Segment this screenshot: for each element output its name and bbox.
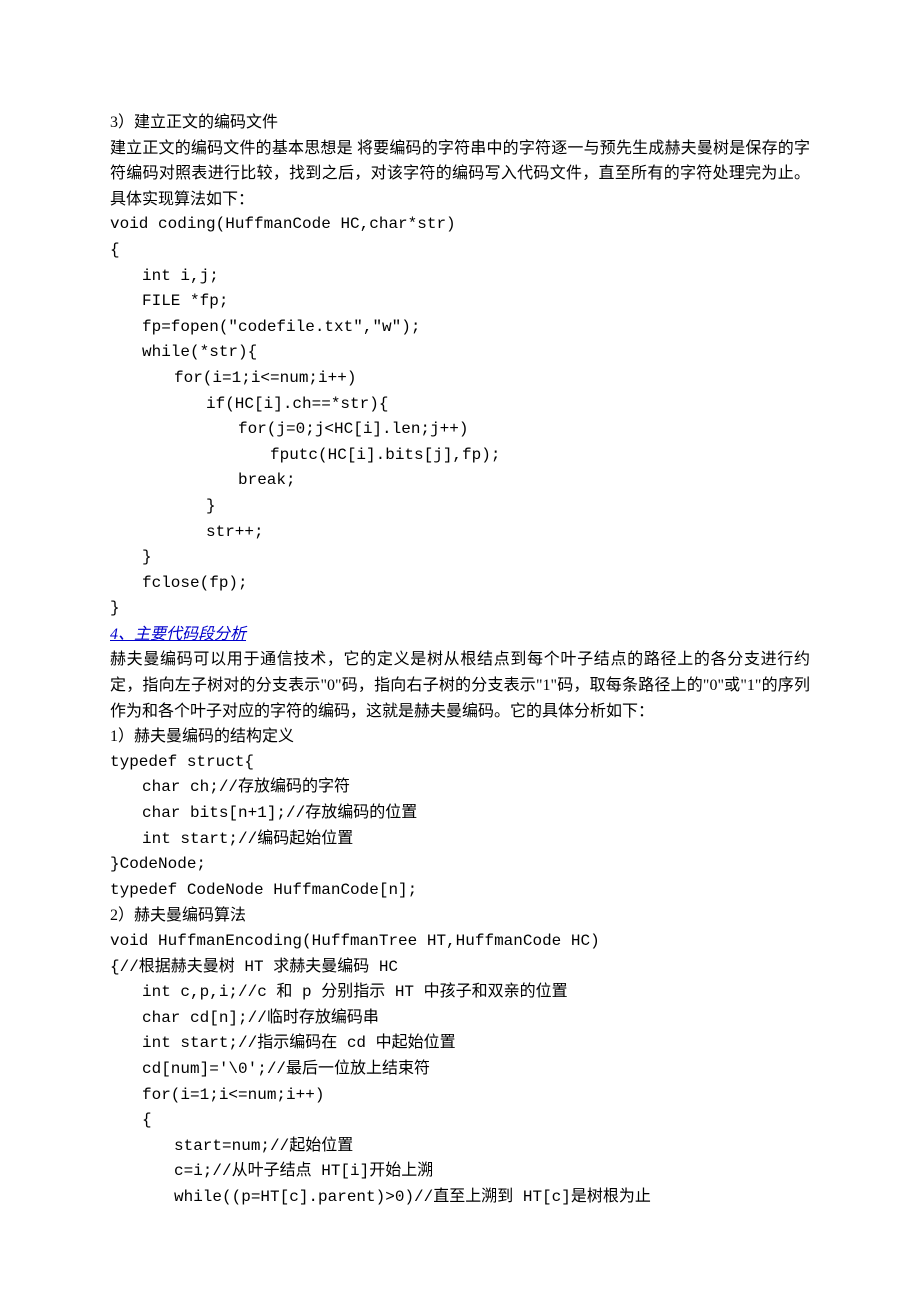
code-line: char bits[n+1];//存放编码的位置 — [110, 801, 810, 827]
code-line: void HuffmanEncoding(HuffmanTree HT,Huff… — [110, 929, 810, 955]
section-4-paragraph: 赫夫曼编码可以用于通信技术，它的定义是树从根结点到每个叶子结点的路径上的各分支进… — [110, 647, 810, 724]
code-line: char cd[n];//临时存放编码串 — [110, 1006, 810, 1032]
code-line: cd[num]='\0';//最后一位放上结束符 — [110, 1057, 810, 1083]
code-line: { — [110, 238, 810, 264]
section-3-title: 3）建立正文的编码文件 — [110, 110, 810, 136]
code-line: if(HC[i].ch==*str){ — [110, 392, 810, 418]
subsection-4-1-title: 1）赫夫曼编码的结构定义 — [110, 724, 810, 750]
code-line: for(i=1;i<=num;i++) — [110, 366, 810, 392]
code-line: fp=fopen("codefile.txt","w"); — [110, 315, 810, 341]
code-line: } — [110, 596, 810, 622]
code-line: c=i;//从叶子结点 HT[i]开始上溯 — [110, 1159, 810, 1185]
code-line: } — [110, 545, 810, 571]
code-line: int start;//编码起始位置 — [110, 827, 810, 853]
code-line: for(i=1;i<=num;i++) — [110, 1083, 810, 1109]
code-line: start=num;//起始位置 — [110, 1134, 810, 1160]
code-line: str++; — [110, 520, 810, 546]
code-line: typedef struct{ — [110, 750, 810, 776]
code-line: { — [110, 1108, 810, 1134]
code-line: {//根据赫夫曼树 HT 求赫夫曼编码 HC — [110, 955, 810, 981]
document-page: 3）建立正文的编码文件 建立正文的编码文件的基本思想是 将要编码的字符串中的字符… — [0, 0, 920, 1311]
code-line: void coding(HuffmanCode HC,char*str) — [110, 212, 810, 238]
section-3-paragraph: 建立正文的编码文件的基本思想是 将要编码的字符串中的字符逐一与预先生成赫夫曼树是… — [110, 136, 810, 213]
section-4-title: 4、主要代码段分析 — [110, 622, 810, 648]
code-line: break; — [110, 468, 810, 494]
code-line: int c,p,i;//c 和 p 分别指示 HT 中孩子和双亲的位置 — [110, 980, 810, 1006]
code-line: } — [110, 494, 810, 520]
code-line: while((p=HT[c].parent)>0)//直至上溯到 HT[c]是树… — [110, 1185, 810, 1211]
code-line: }CodeNode; — [110, 852, 810, 878]
code-line: char ch;//存放编码的字符 — [110, 775, 810, 801]
code-line: fputc(HC[i].bits[j],fp); — [110, 443, 810, 469]
code-line: FILE *fp; — [110, 289, 810, 315]
code-line: int start;//指示编码在 cd 中起始位置 — [110, 1031, 810, 1057]
code-line: int i,j; — [110, 264, 810, 290]
code-line: fclose(fp); — [110, 571, 810, 597]
code-line: while(*str){ — [110, 340, 810, 366]
subsection-4-2-title: 2）赫夫曼编码算法 — [110, 903, 810, 929]
code-line: typedef CodeNode HuffmanCode[n]; — [110, 878, 810, 904]
code-line: for(j=0;j<HC[i].len;j++) — [110, 417, 810, 443]
